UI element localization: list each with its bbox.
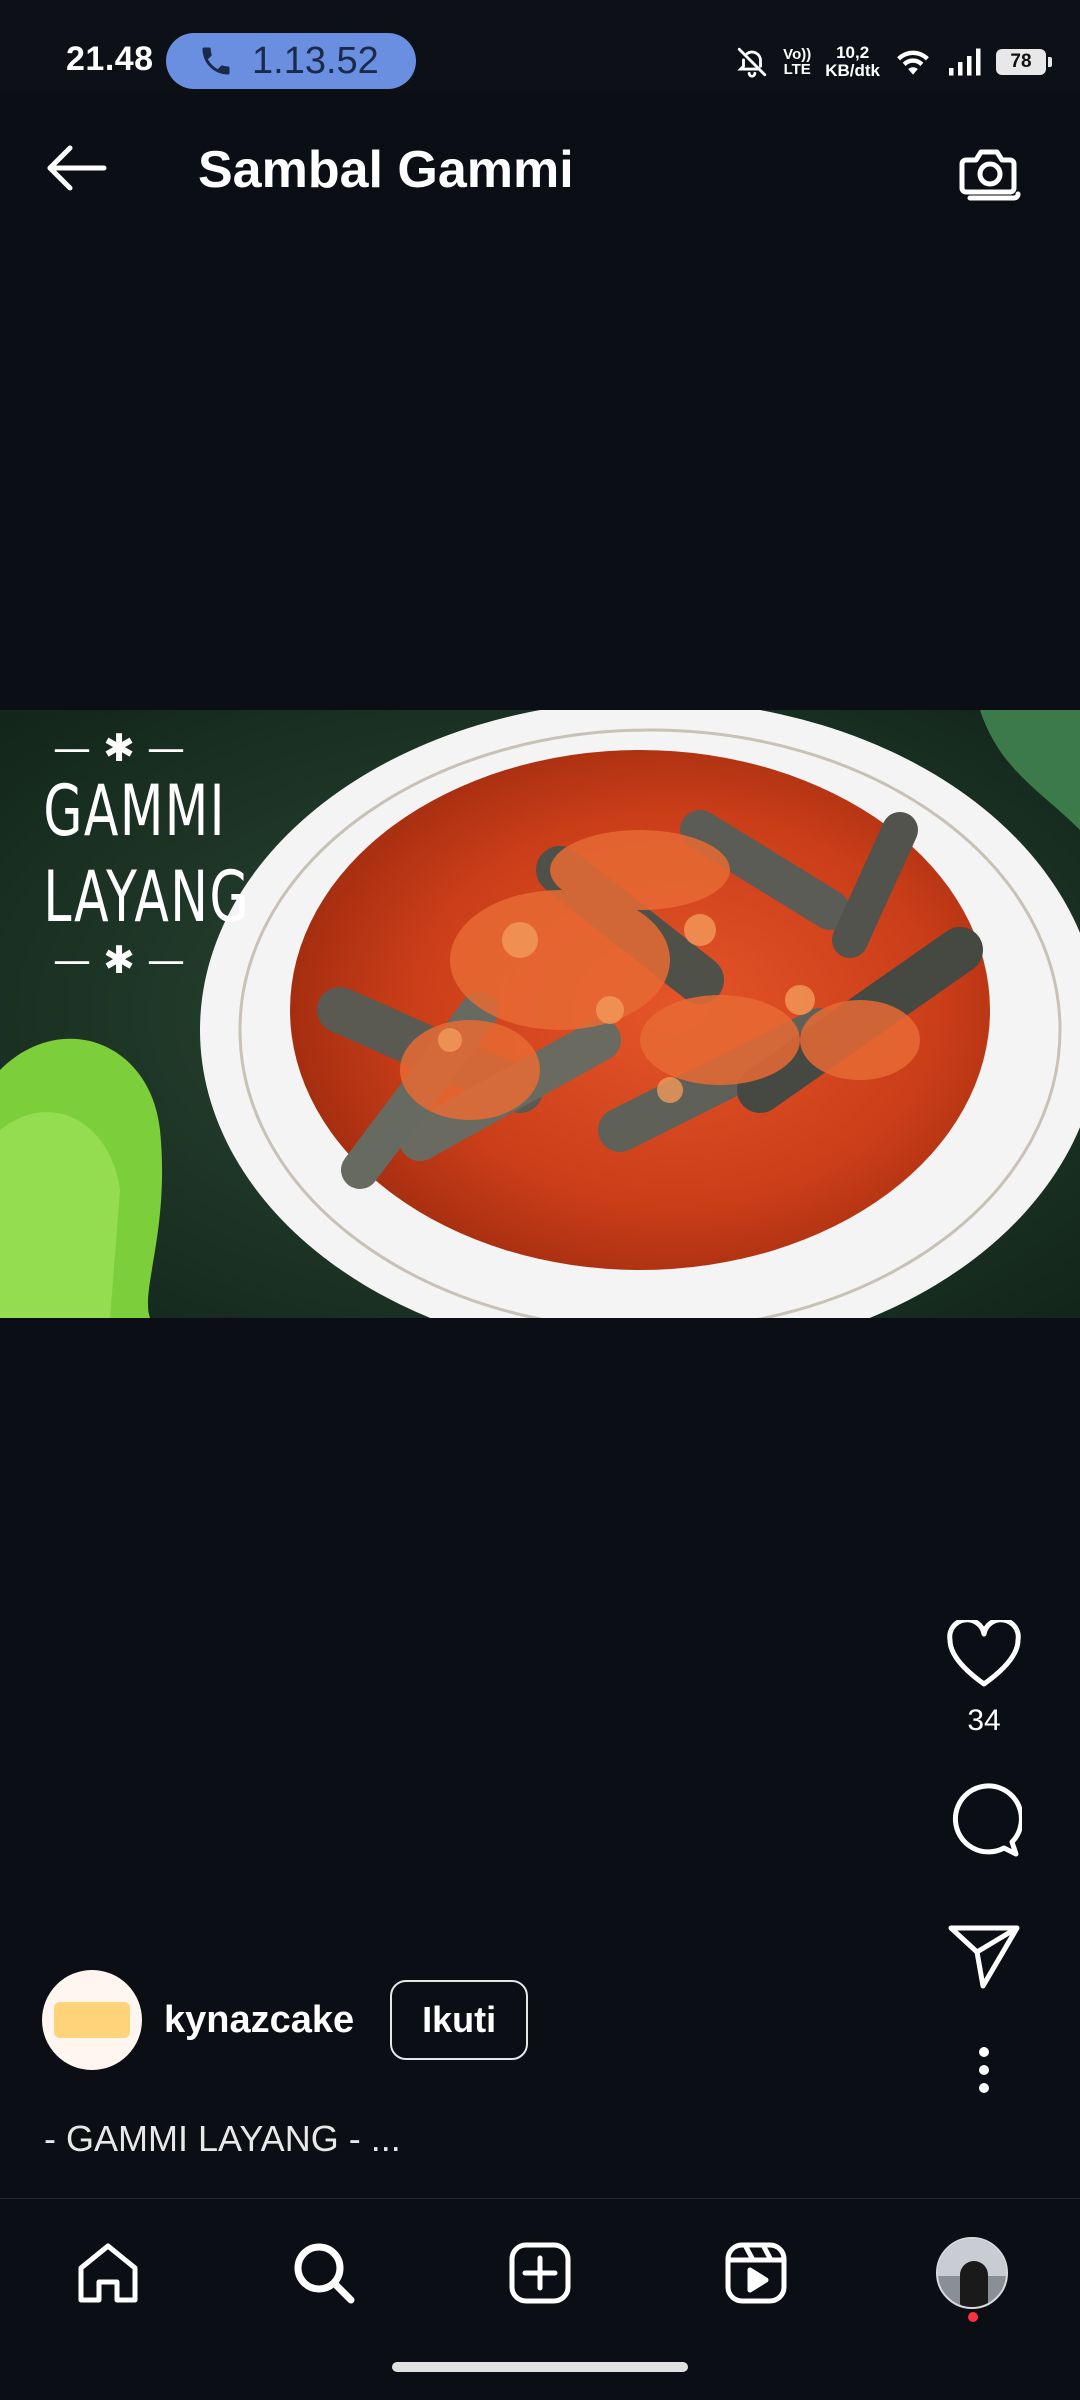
nav-create[interactable]	[500, 2233, 580, 2313]
search-icon	[294, 2243, 355, 2304]
nav-reels[interactable]	[716, 2233, 796, 2313]
like-count: 34	[967, 1704, 1001, 1737]
status-bar: 21.48 1.13.52 Vo)) LTE 10,2 KB/dtk 78	[0, 0, 1080, 92]
wifi-icon	[897, 50, 929, 75]
reels-icon	[725, 2242, 787, 2304]
network-speed-value: 10,2	[836, 43, 870, 62]
overlay-decoration-bottom: — ✱ —	[53, 938, 185, 982]
create-icon	[509, 2242, 571, 2304]
overlay-line2: LAYANG	[43, 856, 250, 938]
image-overlay-text: — ✱ — GAMMI LAYANG — ✱ —	[14, 726, 250, 982]
more-vertical-icon	[979, 2047, 989, 2093]
heart-icon	[947, 1620, 1021, 1687]
page-title: Sambal Gammi	[198, 141, 574, 199]
comment-icon	[953, 1783, 1022, 1857]
post-author: kynazcake Ikuti	[42, 1970, 529, 2070]
overlay-decoration-top: — ✱ —	[53, 726, 185, 770]
back-button[interactable]	[38, 136, 114, 200]
camera-button[interactable]	[956, 136, 1028, 208]
share-button[interactable]	[924, 1924, 1044, 1990]
author-avatar-image	[54, 2002, 130, 2038]
volte-line1: Vo))	[783, 46, 812, 63]
overlay-line1: GAMMI	[43, 770, 226, 852]
bell-off-icon	[737, 47, 767, 78]
top-app-bar: Sambal Gammi	[0, 92, 1080, 252]
author-username[interactable]: kynazcake	[164, 1999, 354, 2042]
profile-notification-dot	[968, 2312, 978, 2322]
volte-indicator: Vo)) LTE	[783, 47, 811, 77]
network-speed-unit: KB/dtk	[825, 61, 880, 80]
ongoing-call-pill[interactable]: 1.13.52	[166, 33, 416, 89]
post-caption[interactable]: - GAMMI LAYANG - ...	[44, 2118, 401, 2160]
network-speed: 10,2 KB/dtk	[825, 44, 880, 80]
status-time: 21.48	[66, 40, 154, 78]
camera-icon	[959, 149, 1021, 201]
call-duration: 1.13.52	[252, 39, 379, 82]
home-icon	[78, 2243, 138, 2303]
nav-profile[interactable]	[932, 2233, 1012, 2313]
post-media-image[interactable]: — ✱ — GAMMI LAYANG — ✱ —	[0, 710, 1080, 1318]
profile-avatar	[936, 2237, 1008, 2309]
signal-icon	[949, 48, 981, 76]
author-avatar[interactable]	[42, 1970, 142, 2070]
status-icons: Vo)) LTE 10,2 KB/dtk 78	[735, 38, 1052, 86]
nav-home[interactable]	[68, 2233, 148, 2313]
post-actions: 34	[924, 1620, 1044, 2094]
arrow-left-icon	[47, 145, 107, 191]
more-options-button[interactable]	[924, 2046, 1044, 2094]
like-button[interactable]: 34	[924, 1620, 1044, 1738]
volte-line2: LTE	[783, 61, 811, 78]
comment-button[interactable]	[924, 1782, 1044, 1858]
follow-button[interactable]: Ikuti	[390, 1980, 529, 2060]
phone-icon	[202, 47, 230, 75]
send-icon	[948, 1925, 1020, 1989]
battery-indicator: 78	[996, 49, 1052, 75]
nav-search[interactable]	[284, 2233, 364, 2313]
gesture-home-indicator[interactable]	[392, 2362, 688, 2372]
